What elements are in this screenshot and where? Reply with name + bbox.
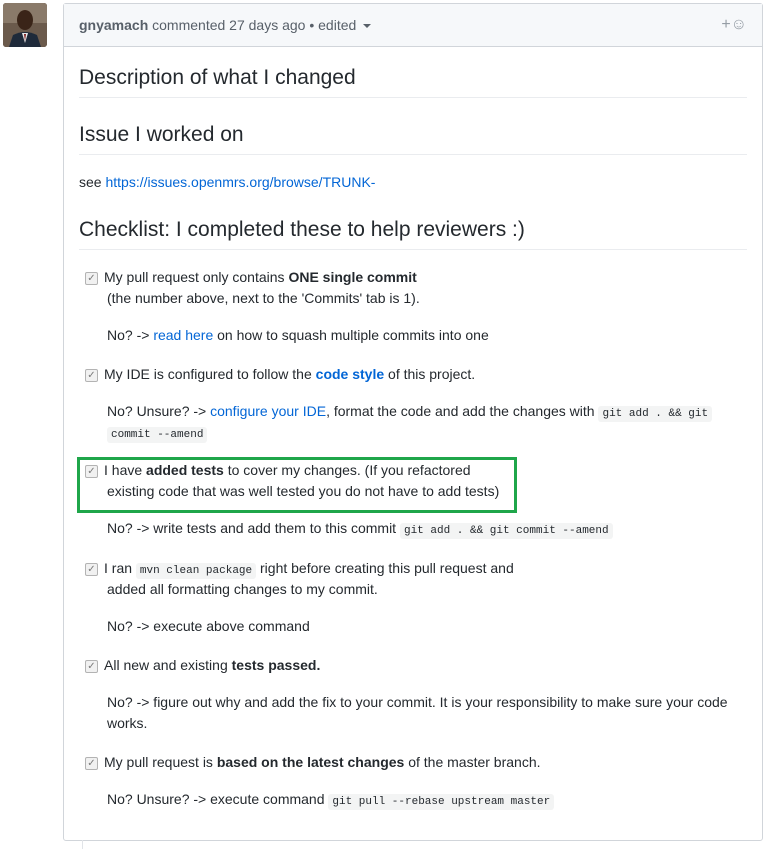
- item-4-no: No? -> execute above command: [107, 618, 310, 634]
- read-here-link[interactable]: read here: [153, 327, 213, 343]
- heading-description: Description of what I changed: [79, 66, 747, 98]
- smiley-plus-icon[interactable]: +☺: [721, 4, 747, 46]
- comment-author[interactable]: gnyamach: [79, 17, 148, 33]
- item-6-text: My pull request is based on the latest c…: [104, 754, 541, 770]
- code-style-link[interactable]: code style: [316, 366, 384, 382]
- chevron-down-icon[interactable]: [363, 24, 372, 29]
- item-5-no-line2: works.: [107, 715, 148, 731]
- inline-code: commit --amend: [107, 427, 208, 443]
- item-4-line2: added all formatting changes to my commi…: [107, 581, 378, 597]
- configure-ide-link[interactable]: configure your IDE: [210, 403, 326, 419]
- avatar[interactable]: [3, 3, 47, 47]
- issue-line: see https://issues.openmrs.org/browse/TR…: [79, 174, 376, 190]
- item-2-text: My IDE is configured to follow the code …: [104, 366, 476, 382]
- issue-link[interactable]: https://issues.openmrs.org/browse/TRUNK-: [105, 174, 375, 190]
- checkbox-6[interactable]: ✓: [85, 757, 98, 770]
- checkbox-4[interactable]: ✓: [85, 563, 98, 576]
- inline-code: git add . && git: [598, 406, 713, 422]
- item-1-no: No? -> read here on how to squash multip…: [107, 327, 489, 343]
- heading-issue: Issue I worked on: [79, 123, 747, 155]
- item-5-text: All new and existing tests passed.: [104, 657, 321, 673]
- checkbox-2[interactable]: ✓: [85, 369, 98, 382]
- item-1-line2: (the number above, next to the 'Commits'…: [107, 290, 420, 306]
- heading-checklist: Checklist: I completed these to help rev…: [79, 218, 747, 250]
- item-1-text: My pull request only contains ONE single…: [104, 269, 417, 285]
- comment-card: gnyamach commented 27 days ago • edited …: [63, 3, 763, 841]
- comment-meta[interactable]: commented 27 days ago • edited: [152, 17, 356, 33]
- item-6-no: No? Unsure? -> execute command git pull …: [107, 789, 555, 813]
- timeline-line: [82, 840, 83, 849]
- inline-code: mvn clean package: [135, 563, 257, 579]
- checkbox-1[interactable]: ✓: [85, 272, 98, 285]
- inline-code: git add . && git commit --amend: [399, 523, 613, 539]
- inline-code: git pull --rebase upstream master: [328, 794, 555, 810]
- checkbox-5[interactable]: ✓: [85, 660, 98, 673]
- item-5-no: No? -> figure out why and add the fix to…: [107, 694, 728, 710]
- item-3-no: No? -> write tests and add them to this …: [107, 518, 613, 542]
- comment-header: gnyamach commented 27 days ago • edited …: [64, 4, 762, 47]
- item-2-no-line2: commit --amend: [107, 422, 208, 446]
- highlight-box: [77, 457, 517, 513]
